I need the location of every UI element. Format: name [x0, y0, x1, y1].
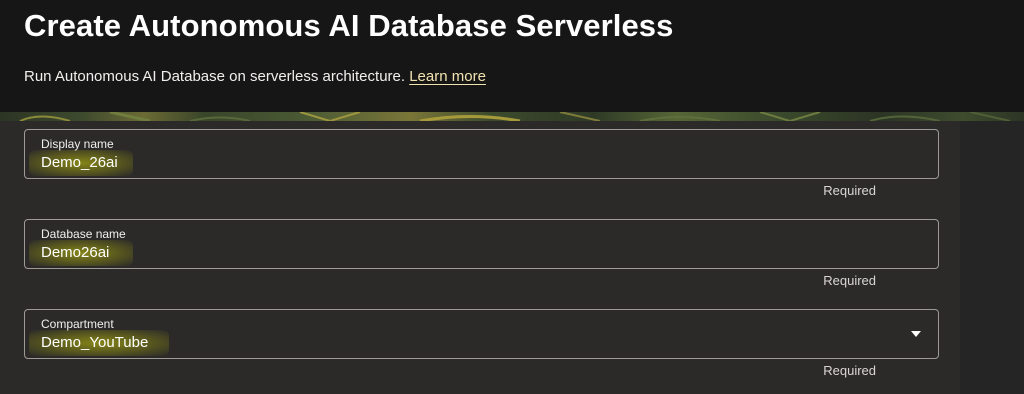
database-name-input[interactable]: Demo26ai [41, 244, 109, 261]
display-name-field[interactable]: Display name Demo_26ai [24, 129, 939, 179]
database-name-label: Database name [41, 227, 126, 241]
compartment-required: Required [823, 363, 876, 378]
page-title: Create Autonomous AI Database Serverless [24, 8, 674, 43]
database-name-required: Required [823, 273, 876, 288]
database-name-field[interactable]: Database name Demo26ai [24, 219, 939, 269]
display-name-input[interactable]: Demo_26ai [41, 154, 118, 171]
compartment-value[interactable]: Demo_YouTube [41, 334, 148, 351]
right-gutter [960, 121, 1024, 394]
display-name-required: Required [823, 183, 876, 198]
page-header: Create Autonomous AI Database Serverless… [0, 0, 1024, 112]
display-name-label: Display name [41, 137, 114, 151]
compartment-select[interactable]: Compartment Demo_YouTube [24, 309, 939, 359]
subtitle-text: Run Autonomous AI Database on serverless… [24, 68, 406, 85]
page-subtitle: Run Autonomous AI Database on serverless… [24, 68, 486, 85]
decorative-banner [0, 112, 1024, 121]
chevron-down-icon[interactable] [911, 331, 921, 337]
form-panel: Display name Demo_26ai Required Database… [0, 121, 960, 394]
create-database-page: Create Autonomous AI Database Serverless… [0, 0, 1024, 394]
learn-more-link[interactable]: Learn more [409, 68, 486, 85]
decorative-pattern [19, 112, 1011, 121]
compartment-label: Compartment [41, 317, 114, 331]
